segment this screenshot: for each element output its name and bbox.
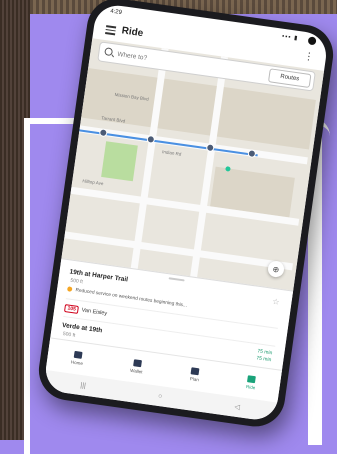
- nav-home[interactable]: Home: [70, 350, 85, 367]
- routes-button[interactable]: Routes: [267, 68, 312, 88]
- home-button-icon[interactable]: ○: [158, 392, 163, 400]
- star-icon[interactable]: ☆: [272, 297, 280, 307]
- stop-distance: 500 ft: [62, 331, 76, 339]
- recent-apps-icon[interactable]: |||: [80, 382, 86, 390]
- route-label: Van Eisley: [81, 307, 108, 317]
- eta-time: 75 min: [255, 355, 272, 364]
- nav-label: Home: [70, 359, 84, 367]
- park-area: [101, 141, 138, 182]
- nav-plan[interactable]: Plan: [189, 367, 200, 382]
- signal-battery-icon: ▪▪▪ ▮: [281, 33, 299, 42]
- alert-icon: [66, 286, 73, 292]
- sheet-drag-handle[interactable]: [168, 277, 185, 282]
- menu-icon[interactable]: [105, 25, 117, 35]
- eta-block: 75 min 75 min: [256, 348, 273, 364]
- nav-label: Wallet: [129, 367, 143, 375]
- street-label: Indian Rd: [161, 149, 182, 157]
- ride-icon: [247, 375, 257, 384]
- street-label: Hilltop Ave: [82, 178, 104, 187]
- search-icon: [104, 47, 114, 57]
- more-icon[interactable]: ⋮: [303, 51, 314, 63]
- nav-label: Plan: [189, 376, 200, 383]
- stop-distance: 500 ft: [69, 277, 84, 286]
- wallet-icon: [133, 359, 142, 368]
- page-title: Ride: [120, 25, 144, 40]
- status-time: 4:29: [109, 8, 123, 17]
- nav-wallet[interactable]: Wallet: [129, 359, 144, 375]
- camera-cutout: [307, 36, 317, 46]
- nav-label: Ride: [245, 384, 256, 391]
- plan-icon: [190, 367, 200, 376]
- alert-text: Reduced service on weekend routes beginn…: [75, 288, 188, 309]
- nav-ride[interactable]: Ride: [246, 375, 257, 390]
- routes-button-label: Routes: [279, 73, 300, 83]
- route-row[interactable]: 105 Van Eisley: [63, 304, 108, 318]
- back-icon[interactable]: ◁: [234, 403, 240, 412]
- route-badge: 105: [63, 304, 80, 314]
- home-icon: [73, 350, 83, 359]
